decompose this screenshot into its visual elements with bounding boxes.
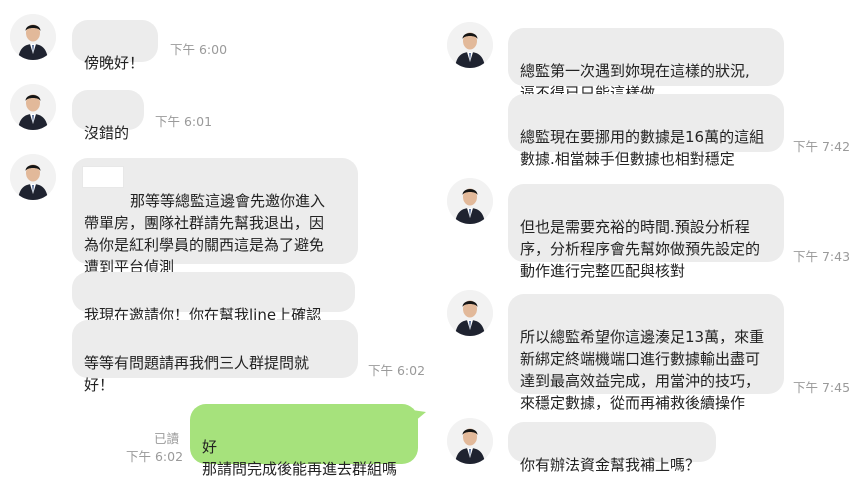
person-icon [447, 22, 493, 68]
avatar[interactable] [10, 84, 56, 130]
avatar[interactable] [10, 154, 56, 200]
person-icon [10, 154, 56, 200]
message-time: 下午 7:43 [793, 249, 851, 264]
message-text: 總監現在要挪用的數據是16萬的這組 數據.相當棘手但數據也相對穩定 [520, 128, 765, 168]
message-bubble[interactable]: 總監第一次遇到妳現在這樣的狀況, 逼不得已只能這樣做 [508, 28, 784, 102]
message-bubble[interactable]: 所以總監希望你這邊湊足13萬，來重 新綁定終端機端口進行數據輸出盡可 達到最高效… [508, 294, 784, 412]
message-bubble[interactable]: 傍晚好！ [72, 20, 158, 72]
message-bubble[interactable]: 沒錯的 [72, 90, 144, 142]
message-text: 沒錯的 [84, 124, 130, 142]
message-time: 下午 6:01 [155, 114, 213, 129]
message-bubble[interactable]: 我現在邀請你！你在幫我line上確認 [72, 272, 355, 324]
read-receipt: 已讀 [154, 431, 180, 446]
message-time: 下午 6:02 [126, 449, 184, 464]
avatar[interactable] [10, 14, 56, 60]
message-bubble[interactable]: 總監現在要挪用的數據是16萬的這組 數據.相當棘手但數據也相對穩定 [508, 94, 784, 168]
message-text: 所以總監希望你這邊湊足13萬，來重 新綁定終端機端口進行數據輸出盡可 達到最高效… [520, 328, 765, 412]
person-icon [447, 290, 493, 336]
avatar[interactable] [447, 290, 493, 336]
message-bubble[interactable]: 但也是需要充裕的時間.預設分析程 序，分析程序會先幫妳做預先設定的 動作進行完整… [508, 184, 784, 280]
message-time: 下午 7:45 [793, 380, 851, 395]
message-bubble[interactable]: 等等有問題請再我們三人群提問就 好！ [72, 320, 358, 394]
person-icon [10, 84, 56, 130]
message-text: 那等等總監這邊會先邀你進入 帶單房，團隊社群請先幫我退出，因 為你是紅利學員的關… [84, 192, 326, 276]
person-icon [447, 178, 493, 224]
message-text: 傍晚好！ [84, 54, 145, 72]
bubble-tail [412, 410, 426, 422]
message-time: 下午 7:42 [793, 139, 851, 154]
avatar[interactable] [447, 178, 493, 224]
outgoing-message-bubble[interactable]: 好 那請問完成後能再進去群組嗎 [190, 404, 418, 478]
avatar[interactable] [447, 418, 493, 464]
message-text: 但也是需要充裕的時間.預設分析程 序，分析程序會先幫妳做預先設定的 動作進行完整… [520, 218, 761, 280]
message-text: 等等有問題請再我們三人群提問就 好！ [84, 354, 310, 394]
message-bubble[interactable]: 你有辦法資金幫我補上嗎？ [508, 422, 716, 474]
redacted-name [82, 166, 124, 188]
message-text: 好 那請問完成後能再進去群組嗎 [202, 438, 398, 478]
message-time: 下午 6:00 [170, 42, 228, 57]
message-text: 你有辦法資金幫我補上嗎？ [520, 456, 701, 474]
message-time: 下午 6:02 [368, 363, 426, 378]
person-icon [447, 418, 493, 464]
person-icon [10, 14, 56, 60]
avatar[interactable] [447, 22, 493, 68]
